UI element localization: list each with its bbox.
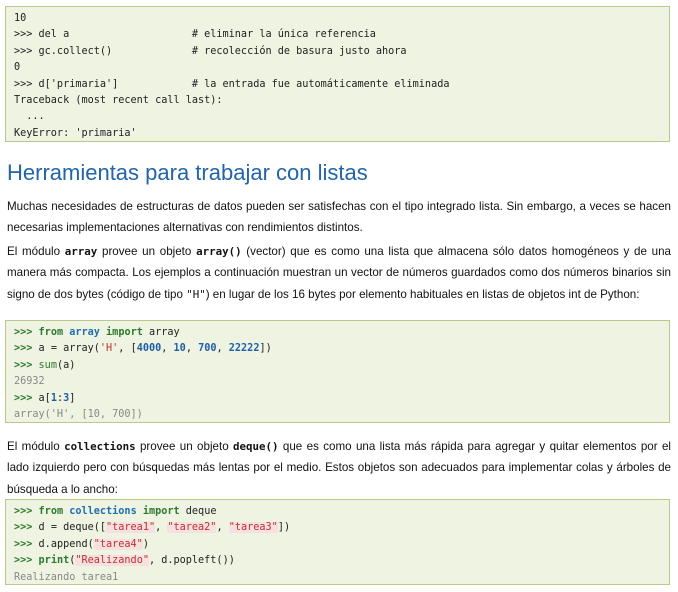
code-token: >>> del a # eliminar la única referencia <box>14 29 376 41</box>
code-line: >>> print("Realizando", d.popleft()) <box>14 553 669 569</box>
code-line: >>> from collections import deque <box>14 504 669 520</box>
code-token: from <box>38 506 64 517</box>
inline-code-array: array <box>64 245 98 258</box>
code-token: print <box>38 555 70 567</box>
code-token: from <box>38 327 64 338</box>
code-token: 10 <box>14 13 27 24</box>
code-token: 'H' <box>99 343 119 355</box>
text: El módulo <box>7 245 65 258</box>
code-block-gc: 10 >>> del a # eliminar la única referenc… <box>5 6 670 142</box>
code-token: d = deque([ <box>38 522 107 534</box>
code-token: collections <box>69 506 137 517</box>
paragraph-intro: Muchas necesidades de estructuras de dat… <box>7 196 671 239</box>
code-token: >>> <box>14 538 39 550</box>
code-token: (a) <box>56 359 76 371</box>
inline-code-array-call: array() <box>196 245 242 258</box>
code-token: "tarea3" <box>228 522 278 534</box>
inline-code-typecode: "H" <box>186 287 206 301</box>
code-line: >>> sum(a) <box>14 358 669 374</box>
code-line: >>> gc.collect() # recolección de basura… <box>14 44 669 60</box>
code-token: "tarea1" <box>106 522 156 534</box>
code-token: 4000 <box>136 343 162 355</box>
code-line: KeyError: 'primaria' <box>14 126 669 142</box>
code-token: ... <box>14 111 45 123</box>
code-token: "tarea4" <box>93 538 143 550</box>
code-block-deque: >>> from collections import deque >>> d =… <box>5 499 670 585</box>
code-token: , [ <box>118 343 137 355</box>
text: provee un objeto <box>135 440 234 453</box>
code-line: >>> a = array('H', [4000, 10, 700, 22222… <box>14 341 669 357</box>
code-token: , <box>161 343 174 355</box>
code-token: import <box>106 327 143 338</box>
code-token: , <box>185 343 199 355</box>
code-line: array('H', [10, 700]) <box>14 407 669 423</box>
code-line: 26932 <box>14 374 669 390</box>
inline-code-deque-call: deque() <box>233 440 279 453</box>
code-token: 0 <box>14 62 21 74</box>
code-line: >>> from array import array <box>14 325 669 341</box>
paragraph-intro-text: Muchas necesidades de estructuras de dat… <box>7 200 671 235</box>
code-token: deque <box>179 506 217 517</box>
code-token: , <box>216 522 229 534</box>
code-token: , <box>155 522 168 534</box>
text: El módulo <box>7 440 65 453</box>
code-line: Realizando tarea1 <box>14 570 669 586</box>
code-token: Realizando tarea1 <box>14 571 119 583</box>
code-line: >>> d.append("tarea4") <box>14 537 669 553</box>
code-token: array <box>142 327 180 338</box>
code-line: 10 <box>14 11 669 27</box>
code-token: ) <box>142 538 149 550</box>
code-token: >>> <box>14 392 39 404</box>
code-token: >>> <box>14 506 39 517</box>
code-token: >>> <box>14 343 39 355</box>
code-token: , <box>216 343 229 355</box>
code-token: Traceback (most recent call last): <box>14 94 223 106</box>
code-token: 26932 <box>14 376 45 388</box>
code-token: 700 <box>198 343 217 355</box>
code-token: array <box>69 327 100 338</box>
code-line: 0 <box>14 60 669 76</box>
code-token: >>> <box>14 359 39 371</box>
text: provee un objeto <box>97 245 197 258</box>
code-line: ... <box>14 109 669 125</box>
code-line: Traceback (most recent call last): <box>14 93 669 109</box>
code-token: >>> <box>14 522 39 534</box>
code-token: array('H', [10, 700]) <box>14 408 143 420</box>
code-token: d.append( <box>38 538 94 550</box>
code-token: >>> gc.collect() # recolección de basura… <box>14 45 407 57</box>
code-token: KeyError: 'primaria' <box>14 127 137 139</box>
code-token: sum <box>38 359 57 371</box>
code-token: a = array( <box>38 343 100 355</box>
code-token: a[ <box>38 392 51 404</box>
code-token: ]) <box>277 522 291 534</box>
code-block-array: >>> from array import array >>> a = array… <box>5 320 670 423</box>
code-token: "tarea2" <box>167 522 217 534</box>
code-token: 22222 <box>228 343 260 355</box>
code-token: 10 <box>173 343 186 355</box>
code-token: >>> d['primaria'] # la entrada fue autom… <box>14 78 450 90</box>
code-token: ]) <box>259 343 272 355</box>
code-token: import <box>142 506 180 517</box>
section-heading: Herramientas para trabajar con listas <box>7 160 368 185</box>
text: ) en lugar de los 16 bytes por elemento … <box>205 287 640 301</box>
inline-code-collections: collections <box>64 440 136 453</box>
code-token: "Realizando" <box>75 555 149 567</box>
code-token: >>> <box>14 555 39 567</box>
code-token: ] <box>69 392 76 404</box>
code-line: >>> del a # eliminar la única referencia <box>14 27 669 43</box>
paragraph-collections: El módulo collections provee un objeto d… <box>7 436 671 500</box>
code-token: , d.popleft()) <box>148 555 235 567</box>
code-token: >>> <box>14 327 39 338</box>
code-line: >>> a[1:3] <box>14 391 669 407</box>
code-line: >>> d = deque(["tarea1", "tarea2", "tare… <box>14 520 669 536</box>
code-line: >>> d['primaria'] # la entrada fue autom… <box>14 77 669 93</box>
paragraph-array: El módulo array provee un objeto array()… <box>7 241 671 305</box>
